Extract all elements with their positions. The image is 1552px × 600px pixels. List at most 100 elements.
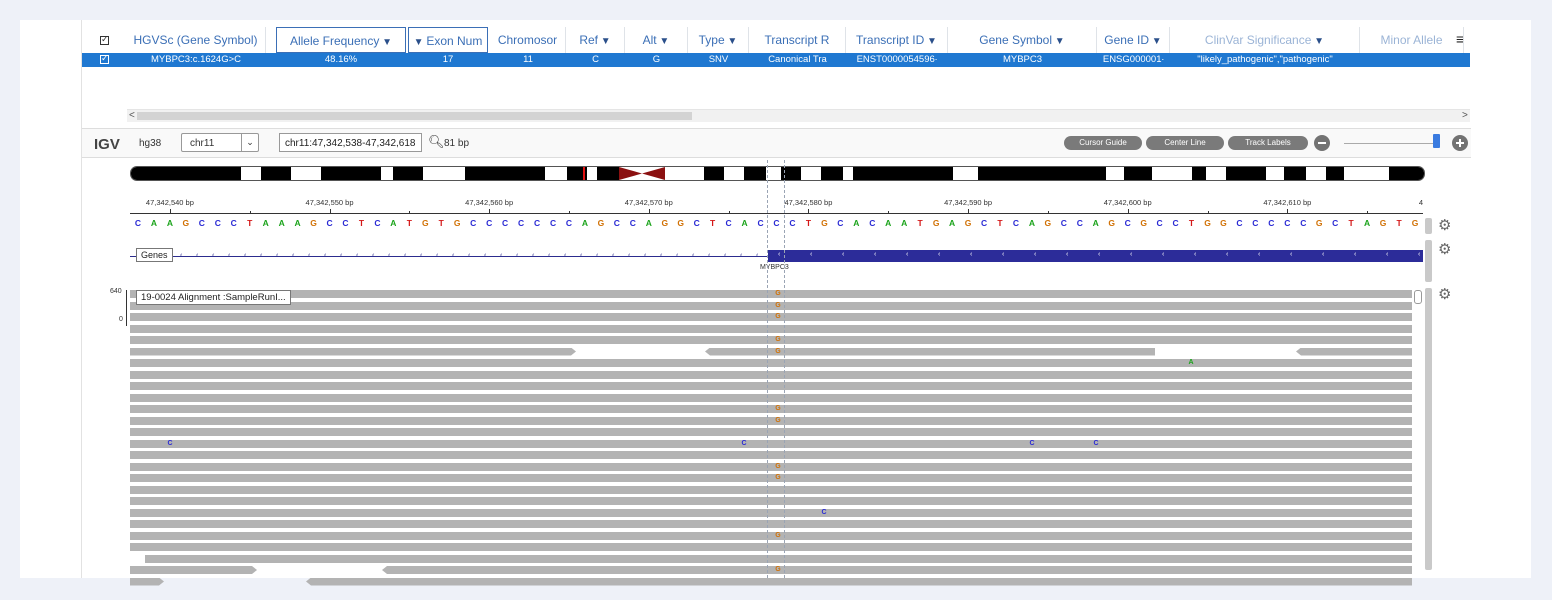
aligned-read[interactable] <box>130 336 1412 344</box>
table-cell[interactable]: "likely_pathogenic","pathogenic" <box>1170 53 1360 67</box>
sequence-base: C <box>629 218 636 228</box>
aligned-read[interactable] <box>130 405 1412 413</box>
table-cell[interactable]: 17 <box>408 53 488 67</box>
aligned-read[interactable] <box>130 313 1412 321</box>
cursor-guide-button[interactable]: Cursor Guide <box>1064 136 1142 150</box>
table-cell[interactable]: 11 <box>490 53 566 67</box>
aligned-read[interactable] <box>145 554 1412 563</box>
aligned-read[interactable] <box>130 439 1412 448</box>
select-all-checkbox[interactable] <box>100 34 109 45</box>
sequence-base: A <box>741 218 748 228</box>
aligned-read[interactable] <box>130 301 1412 310</box>
aligned-read[interactable] <box>130 382 1412 390</box>
aligned-read[interactable] <box>130 393 1412 402</box>
column-header-3[interactable]: Chromosor <box>490 27 566 53</box>
aligned-read[interactable] <box>130 578 164 586</box>
table-cell[interactable]: 48.16% <box>276 53 406 67</box>
sequence-base: T <box>1348 218 1354 228</box>
column-header-6[interactable]: Type ▼ <box>688 27 749 53</box>
filter-icon[interactable]: ▼ <box>725 36 737 47</box>
filter-icon[interactable]: ▼ <box>1311 36 1324 47</box>
column-header-7[interactable]: Transcript R <box>749 27 846 53</box>
sequence-track-gear-icon[interactable]: ⚙ <box>1438 218 1451 233</box>
table-cell[interactable]: SNV <box>688 53 749 67</box>
track-labels-button[interactable]: Track Labels <box>1228 136 1308 150</box>
alignment-track-gear-icon[interactable]: ⚙ <box>1438 287 1451 302</box>
aligned-read[interactable] <box>130 370 1412 379</box>
row-checkbox[interactable] <box>100 53 109 64</box>
zoom-slider-handle[interactable] <box>1433 134 1440 148</box>
aligned-read[interactable] <box>130 531 1412 540</box>
aligned-read[interactable] <box>130 428 1412 436</box>
column-header-5[interactable]: Alt ▼ <box>625 27 688 53</box>
sequence-track-scrollbar[interactable] <box>1425 218 1432 234</box>
aligned-read[interactable] <box>130 497 1412 505</box>
chevron-down-icon[interactable]: ⌄ <box>241 134 258 151</box>
table-cell[interactable]: MYBPC3:c.1624G>C <box>126 53 266 67</box>
column-header-1[interactable]: Allele Frequency ▼ <box>276 27 406 53</box>
ideogram-band <box>1226 167 1266 180</box>
scroll-left-icon[interactable]: < <box>129 110 135 122</box>
table-cell[interactable]: MYBPC3 <box>948 53 1097 67</box>
alignment-track-scrollbar[interactable] <box>1425 288 1432 570</box>
strand-arrow-icon: ‹ <box>500 252 503 259</box>
sort-icon[interactable]: ▼ <box>414 37 427 48</box>
strand-arrow-icon: ‹ <box>810 251 813 258</box>
column-header-0[interactable]: HGVSc (Gene Symbol) <box>126 27 266 53</box>
column-header-10[interactable]: Gene ID ▼ <box>1097 27 1170 53</box>
aligned-read[interactable] <box>130 520 1412 528</box>
filter-icon[interactable]: ▼ <box>1052 36 1065 47</box>
aligned-read[interactable] <box>130 462 1412 471</box>
table-cell[interactable]: Canonical Tra <box>749 53 846 67</box>
table-cell[interactable]: G <box>625 53 688 67</box>
table-cell[interactable] <box>1360 53 1464 67</box>
aligned-read[interactable] <box>130 348 576 356</box>
genes-track-scrollbar[interactable] <box>1425 240 1432 282</box>
scroll-right-icon[interactable]: > <box>1462 110 1468 122</box>
genes-track-gear-icon[interactable]: ⚙ <box>1438 242 1451 257</box>
column-header-12[interactable]: Minor Allele <box>1360 27 1464 53</box>
filter-icon[interactable]: ▼ <box>1149 36 1162 47</box>
search-icon[interactable]: 🔍︎ <box>428 134 445 150</box>
zoom-slider[interactable] <box>1344 143 1434 144</box>
filter-icon[interactable]: ▼ <box>598 36 611 47</box>
chromosome-ideogram[interactable] <box>130 166 1425 181</box>
scrollbar-thumb[interactable] <box>137 112 692 120</box>
aligned-read[interactable] <box>130 359 1412 367</box>
aligned-read[interactable] <box>130 566 257 574</box>
alignment-scroll-handle[interactable] <box>1414 290 1422 304</box>
zoom-out-icon[interactable] <box>1314 135 1330 151</box>
zoom-in-icon[interactable] <box>1452 135 1468 151</box>
strand-arrow-icon: ‹ <box>644 252 647 259</box>
aligned-read[interactable] <box>1296 347 1412 356</box>
column-header-2[interactable]: ▼ Exon Num <box>408 27 488 53</box>
gene-exon-block[interactable] <box>768 250 1423 262</box>
aligned-read[interactable] <box>705 347 1155 356</box>
column-header-4[interactable]: Ref ▼ <box>566 27 625 53</box>
table-cell[interactable]: ENSG000001· <box>1097 53 1170 67</box>
aligned-read[interactable] <box>382 566 1412 574</box>
filter-icon[interactable]: ▼ <box>379 37 392 48</box>
aligned-read[interactable] <box>130 543 1412 551</box>
filter-icon[interactable]: ▼ <box>924 36 937 47</box>
table-cell[interactable]: ENST0000054596· <box>846 53 948 67</box>
aligned-read[interactable] <box>130 474 1412 482</box>
aligned-read[interactable] <box>130 324 1412 333</box>
locus-input[interactable]: chr11:47,342,538-47,342,618 <box>279 133 422 152</box>
table-row-selected[interactable]: MYBPC3:c.1624G>C 48.16%1711CGSNVCanonical… <box>82 53 1470 67</box>
column-header-8[interactable]: Transcript ID ▼ <box>846 27 948 53</box>
column-header-11[interactable]: ClinVar Significance ▼ <box>1170 27 1360 53</box>
aligned-read[interactable] <box>130 416 1412 425</box>
column-header-9[interactable]: Gene Symbol ▼ <box>948 27 1097 53</box>
table-cell[interactable]: C <box>566 53 625 67</box>
aligned-read[interactable] <box>130 508 1412 517</box>
aligned-read[interactable] <box>130 290 1412 298</box>
aligned-read[interactable] <box>130 451 1412 459</box>
aligned-read[interactable] <box>130 485 1412 494</box>
center-line-button[interactable]: Center Line <box>1146 136 1224 150</box>
horizontal-scrollbar[interactable]: < > <box>127 109 1470 122</box>
sequence-base: C <box>214 218 221 228</box>
chromosome-select[interactable]: chr11 ⌄ <box>181 133 259 152</box>
aligned-read[interactable] <box>306 577 1412 586</box>
filter-icon[interactable]: ▼ <box>657 36 669 47</box>
